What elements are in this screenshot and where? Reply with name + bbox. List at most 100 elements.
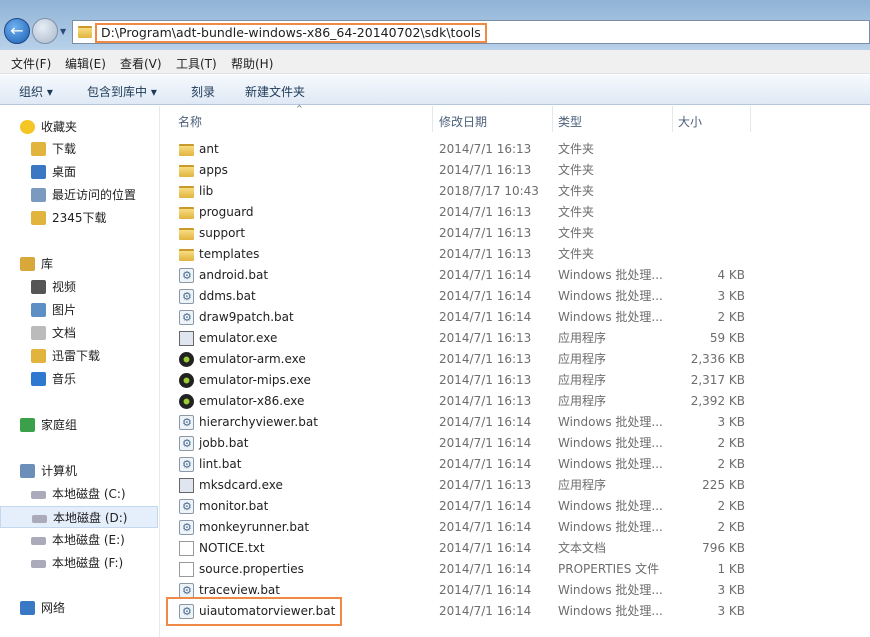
sidebar-item[interactable]: 图片 (0, 299, 158, 321)
sidebar-item[interactable]: 计算机 (0, 460, 158, 482)
file-row[interactable]: uiautomatorviewer.bat2014/7/1 16:14Windo… (166, 597, 750, 626)
file-row[interactable]: ant 2014/7/1 16:13 文件夹 (170, 139, 750, 160)
picture-icon (31, 303, 46, 317)
sidebar-item[interactable]: 库 (0, 253, 158, 275)
file-row[interactable]: monkeyrunner.bat 2014/7/1 16:14 Windows 批处… (170, 517, 750, 538)
file-type: Windows 批处理... (558, 310, 663, 324)
history-dropdown-icon[interactable]: ▼ (60, 27, 66, 36)
sidebar-item[interactable]: 本地磁盘 (E:) (0, 529, 158, 551)
sort-ascending-icon: ^ (296, 104, 303, 113)
file-row[interactable]: mksdcard.exe 2014/7/1 16:13 应用程序 225 KB (170, 475, 750, 496)
sidebar-item[interactable]: 家庭组 (0, 414, 158, 436)
file-date: 2014/7/1 16:14 (439, 289, 532, 303)
sidebar-item-label: 本地磁盘 (E:) (52, 533, 125, 547)
music-icon (31, 372, 46, 386)
address-input[interactable]: D:\Program\adt-bundle-windows-x86_64-201… (95, 23, 487, 43)
column-date[interactable]: 修改日期 (439, 113, 487, 130)
include-in-library-button[interactable]: 包含到库中 ▾ (87, 83, 157, 100)
desktop-icon (31, 165, 46, 179)
file-row[interactable]: emulator.exe 2014/7/1 16:13 应用程序 59 KB (170, 328, 750, 349)
sidebar-item[interactable]: 音乐 (0, 368, 158, 390)
sidebar-item[interactable]: 下载 (0, 138, 158, 160)
batch-file-icon (179, 454, 194, 475)
file-row[interactable]: templates 2014/7/1 16:13 文件夹 (170, 244, 750, 265)
sidebar-item[interactable]: 最近访问的位置 (0, 184, 158, 206)
file-date: 2014/7/1 16:13 (439, 373, 532, 387)
sidebar-item[interactable]: 文档 (0, 322, 158, 344)
file-row[interactable]: draw9patch.bat 2014/7/1 16:14 Windows 批处理.… (170, 307, 750, 328)
sidebar-item-label: 收藏夹 (41, 120, 78, 134)
new-folder-button[interactable]: 新建文件夹 (245, 83, 305, 100)
file-date: 2014/7/1 16:13 (439, 142, 532, 156)
file-type: 文本文档 (558, 541, 607, 555)
column-size[interactable]: 大小 (678, 113, 702, 130)
back-button[interactable]: ← (4, 18, 30, 44)
file-size: 3 KB (717, 583, 745, 597)
file-row[interactable]: monitor.bat 2014/7/1 16:14 Windows 批处理... 2… (170, 496, 750, 517)
navigation-pane: 收藏夹下载 桌面最近访问的位置 2345下载库视频 图片 文档 迅雷下载 音乐家庭组计算机本… (0, 106, 160, 637)
address-bar[interactable]: D:\Program\adt-bundle-windows-x86_64-201… (72, 20, 870, 44)
file-row[interactable]: hierarchyviewer.bat 2014/7/1 16:14 Windows… (170, 412, 750, 433)
folder-icon (179, 207, 194, 219)
batch-file-icon (179, 265, 194, 286)
sidebar-item[interactable]: 网络 (0, 597, 158, 619)
file-date: 2014/7/1 16:13 (439, 331, 532, 345)
forward-button[interactable] (32, 18, 58, 44)
file-row[interactable]: ddms.bat 2014/7/1 16:14 Windows 批处理... 3 KB (170, 286, 750, 307)
file-date: 2014/7/1 16:14 (439, 310, 532, 324)
file-row[interactable]: lint.bat 2014/7/1 16:14 Windows 批处理... 2 KB (170, 454, 750, 475)
sidebar-item[interactable]: 迅雷下载 (0, 345, 158, 367)
sidebar-item[interactable]: 本地磁盘 (C:) (0, 483, 158, 505)
file-name: mksdcard.exe (199, 478, 283, 492)
file-row[interactable]: support 2014/7/1 16:13 文件夹 (170, 223, 750, 244)
file-date: 2014/7/1 16:14 (439, 541, 532, 555)
file-date: 2014/7/1 16:14 (439, 415, 532, 429)
drive-icon (32, 515, 47, 523)
sidebar-item-label: 本地磁盘 (F:) (52, 556, 124, 570)
menu-file[interactable]: 文件(F) (11, 55, 51, 72)
file-name: monitor.bat (199, 499, 269, 513)
sidebar-item[interactable]: 视频 (0, 276, 158, 298)
file-row[interactable]: apps 2014/7/1 16:13 文件夹 (170, 160, 750, 181)
file-type: 文件夹 (558, 163, 595, 177)
sidebar-item-label: 本地磁盘 (C:) (52, 487, 126, 501)
burn-button[interactable]: 刻录 (191, 83, 215, 100)
file-row[interactable]: jobb.bat 2014/7/1 16:14 Windows 批处理... 2 KB (170, 433, 750, 454)
column-name[interactable]: 名称 (178, 113, 202, 130)
file-type: Windows 批处理... (558, 415, 663, 429)
batch-file-icon (179, 517, 194, 538)
file-row[interactable]: emulator-mips.exe 2014/7/1 16:13 应用程序 2,317… (170, 370, 750, 391)
sidebar-item[interactable]: 收藏夹 (0, 116, 158, 138)
file-row[interactable]: NOTICE.txt 2014/7/1 16:14 文本文档 796 KB (170, 538, 750, 559)
sidebar-item-label: 最近访问的位置 (52, 188, 137, 202)
file-date: 2014/7/1 16:14 (439, 583, 532, 597)
file-row[interactable]: lib 2018/7/17 10:43 文件夹 (170, 181, 750, 202)
file-name: hierarchyviewer.bat (199, 415, 318, 429)
menu-edit[interactable]: 编辑(E) (65, 55, 106, 72)
column-type[interactable]: 类型 (558, 113, 582, 130)
sidebar-item-label: 家庭组 (41, 418, 78, 432)
file-row[interactable]: emulator-arm.exe 2014/7/1 16:13 应用程序 2,336 … (170, 349, 750, 370)
menu-help[interactable]: 帮助(H) (231, 55, 273, 72)
sidebar-item[interactable]: 本地磁盘 (D:) (0, 506, 158, 528)
file-size: 59 KB (709, 331, 745, 345)
document-icon (31, 326, 46, 340)
organize-button[interactable]: 组织 ▾ (19, 83, 53, 100)
file-type: Windows 批处理... (558, 289, 663, 303)
file-size: 2 KB (717, 499, 745, 513)
sidebar-item[interactable]: 2345下载 (0, 207, 158, 229)
file-row[interactable]: emulator-x86.exe 2014/7/1 16:13 应用程序 2,392 … (170, 391, 750, 412)
file-type: Windows 批处理... (558, 457, 663, 471)
menu-tools[interactable]: 工具(T) (176, 55, 217, 72)
file-date: 2014/7/1 16:13 (439, 478, 532, 492)
file-row[interactable]: source.properties 2014/7/1 16:14 PROPERTIE… (170, 559, 750, 580)
folder-icon (179, 165, 194, 177)
recent-icon (31, 188, 46, 202)
file-row[interactable]: android.bat 2014/7/1 16:14 Windows 批处理... 4… (170, 265, 750, 286)
menu-view[interactable]: 查看(V) (120, 55, 162, 72)
file-row[interactable]: proguard 2014/7/1 16:13 文件夹 (170, 202, 750, 223)
file-name: jobb.bat (199, 436, 249, 450)
sidebar-item[interactable]: 本地磁盘 (F:) (0, 552, 158, 574)
sidebar-item[interactable]: 桌面 (0, 161, 158, 183)
file-date: 2014/7/1 16:14 (439, 436, 532, 450)
